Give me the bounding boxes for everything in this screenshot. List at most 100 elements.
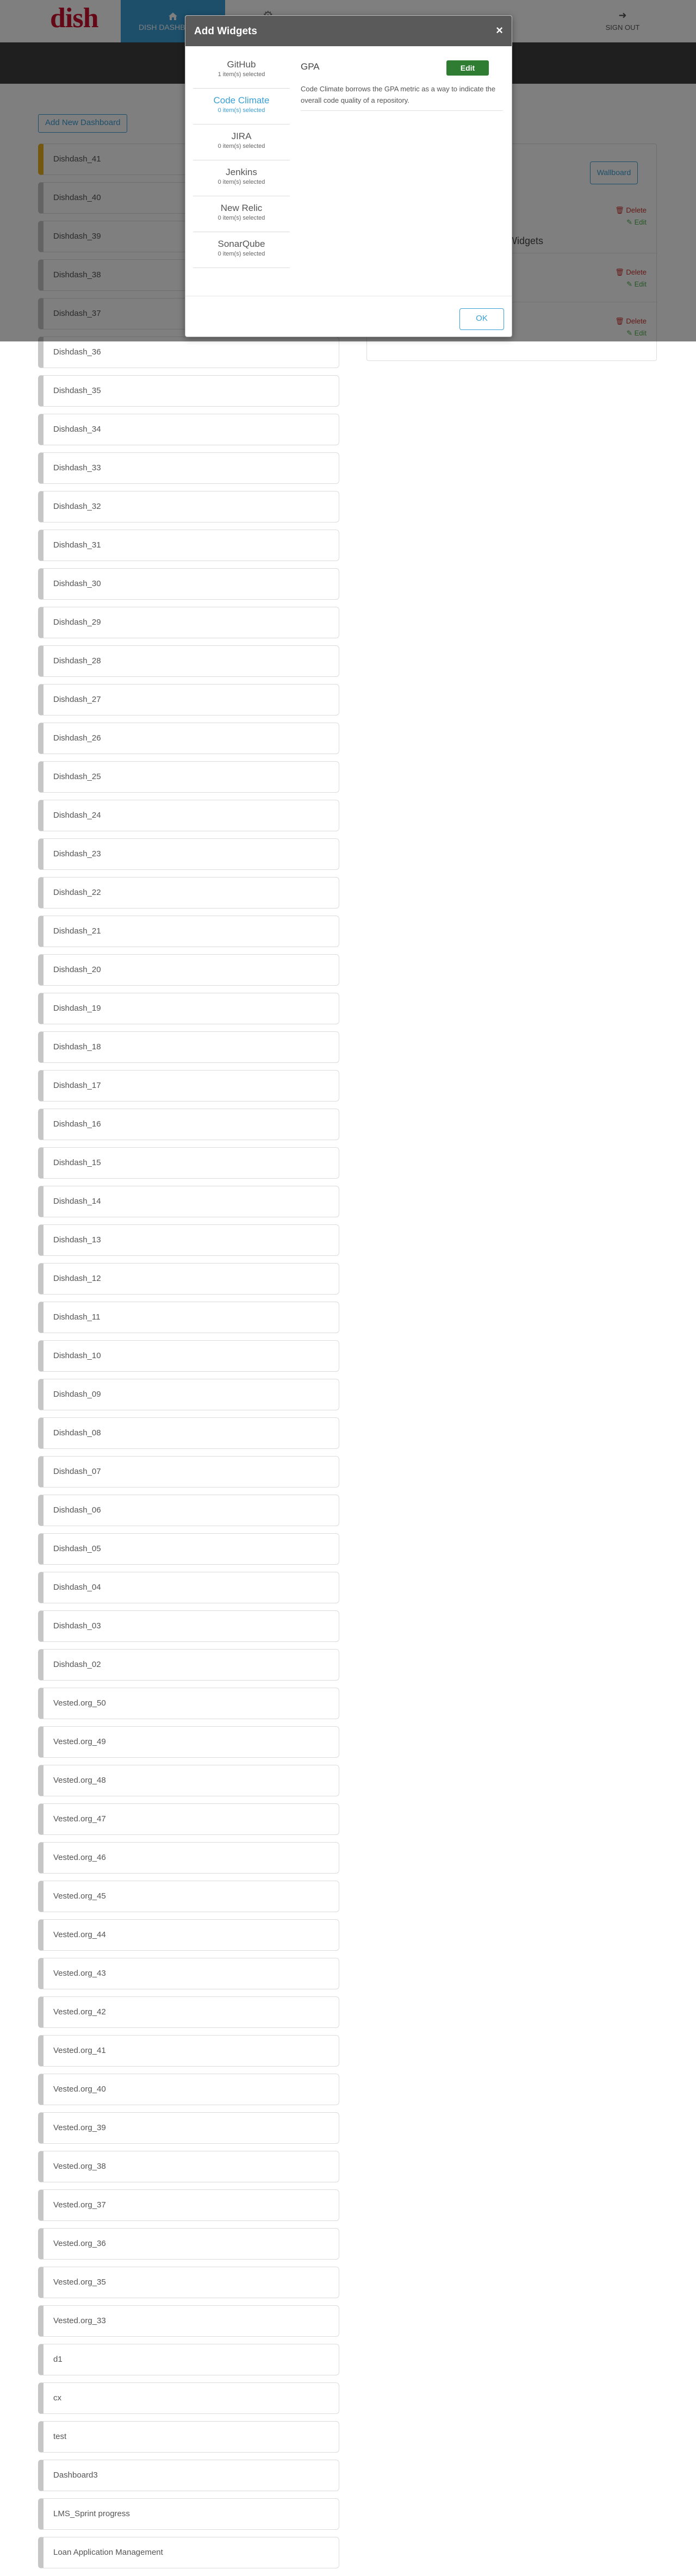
dashboard-name: Dishdash_15 xyxy=(53,1158,101,1167)
dashboard-list-item[interactable]: Dishdash_03 xyxy=(38,1610,339,1642)
dashboard-list-item[interactable]: Dishdash_08 xyxy=(38,1417,339,1449)
dashboard-list-item[interactable]: Dishdash_13 xyxy=(38,1224,339,1256)
dashboard-list-item[interactable]: Vested.org_37 xyxy=(38,2189,339,2221)
dashboard-list-item[interactable]: Dishdash_27 xyxy=(38,684,339,715)
dashboard-name: Dishdash_14 xyxy=(53,1197,101,1206)
widget-edit-button[interactable]: Edit xyxy=(446,60,489,76)
dashboard-name: Vested.org_48 xyxy=(53,1776,106,1785)
dashboard-list-item[interactable]: LMS_Sprint progress xyxy=(38,2498,339,2530)
dashboard-list-item[interactable]: Dishdash_25 xyxy=(38,761,339,793)
dashboard-list-item[interactable]: Vested.org_35 xyxy=(38,2267,339,2298)
dashboard-name: cx xyxy=(53,2393,61,2403)
widget-source-count: 0 item(s) selected xyxy=(217,107,265,114)
dashboard-list-item[interactable]: Vested.org_36 xyxy=(38,2228,339,2260)
dashboard-list-item[interactable]: Dishdash_33 xyxy=(38,452,339,484)
dashboard-name: Dishdash_28 xyxy=(53,656,101,665)
dashboard-list-item[interactable]: Dishdash_14 xyxy=(38,1186,339,1217)
widget-source-item[interactable]: Jenkins 0 item(s) selected xyxy=(193,160,290,196)
dashboard-list-item[interactable]: Vested.org_45 xyxy=(38,1881,339,1912)
dashboard-name: Vested.org_50 xyxy=(53,1698,106,1708)
ok-button[interactable]: OK xyxy=(459,308,504,330)
dashboard-list-item[interactable]: Dishdash_32 xyxy=(38,491,339,522)
dashboard-name: Dishdash_23 xyxy=(53,849,101,858)
dashboard-name: Dishdash_19 xyxy=(53,1004,101,1013)
modal-header: Add Widgets × xyxy=(185,16,512,46)
widget-source-item[interactable]: Code Climate 0 item(s) selected xyxy=(193,89,290,125)
dashboard-list-item[interactable]: Dishdash_30 xyxy=(38,568,339,600)
dashboard-name: Dishdash_13 xyxy=(53,1235,101,1245)
dashboard-list-item[interactable]: Vested.org_46 xyxy=(38,1842,339,1874)
dashboard-list-item[interactable]: Dishdash_22 xyxy=(38,877,339,909)
dashboard-list-item[interactable]: Vested.org_48 xyxy=(38,1765,339,1796)
dashboard-list-item[interactable]: Dishdash_18 xyxy=(38,1031,339,1063)
dashboard-list-item[interactable]: Dishdash_06 xyxy=(38,1495,339,1526)
dashboard-list-item[interactable]: Vested.org_39 xyxy=(38,2112,339,2144)
dashboard-list-item[interactable]: Loan Application Management xyxy=(38,2537,339,2568)
dashboard-list-item[interactable]: Vested.org_43 xyxy=(38,1958,339,1989)
dashboard-list-item[interactable]: Dishdash_26 xyxy=(38,723,339,754)
dashboard-name: Dishdash_32 xyxy=(53,502,101,511)
dashboard-list: Dishdash_41Dishdash_40Dishdash_39Dishdas… xyxy=(38,144,339,2575)
dashboard-list-item[interactable]: Dishdash_05 xyxy=(38,1533,339,1565)
widget-source-name: New Relic xyxy=(220,203,263,213)
dashboard-list-item[interactable]: Dishdash_15 xyxy=(38,1147,339,1179)
dashboard-list-item[interactable]: Dishdash_16 xyxy=(38,1109,339,1140)
widget-name: GPA xyxy=(301,61,320,72)
dashboard-name: Dishdash_36 xyxy=(53,347,101,357)
dashboard-name: Vested.org_38 xyxy=(53,2162,106,2171)
dashboard-list-item[interactable]: Dishdash_12 xyxy=(38,1263,339,1295)
dashboard-list-item[interactable]: cx xyxy=(38,2382,339,2414)
dashboard-name: Dishdash_27 xyxy=(53,695,101,704)
dashboard-list-item[interactable]: Vested.org_41 xyxy=(38,2035,339,2067)
dashboard-list-item[interactable]: Vested.org_40 xyxy=(38,2074,339,2105)
widget-source-list: GitHub 1 item(s) selected Code Climate 0 it… xyxy=(193,53,290,268)
dashboard-list-item[interactable]: Dishdash_34 xyxy=(38,414,339,445)
dashboard-list-item[interactable]: d1 xyxy=(38,2344,339,2375)
dashboard-list-item[interactable]: Dishdash_04 xyxy=(38,1572,339,1603)
widget-source-item[interactable]: GitHub 1 item(s) selected xyxy=(193,53,290,89)
dashboard-list-item[interactable]: Dishdash_09 xyxy=(38,1379,339,1410)
dashboard-name: Vested.org_40 xyxy=(53,2085,106,2094)
dashboard-name: Dishdash_20 xyxy=(53,965,101,974)
widget-source-count: 0 item(s) selected xyxy=(217,179,265,185)
dashboard-list-item[interactable]: Vested.org_44 xyxy=(38,1919,339,1951)
dashboard-list-item[interactable]: Vested.org_49 xyxy=(38,1726,339,1758)
widget-source-item[interactable]: New Relic 0 item(s) selected xyxy=(193,196,290,232)
dashboard-list-item[interactable]: test xyxy=(38,2421,339,2453)
dashboard-list-item[interactable]: Dishdash_19 xyxy=(38,993,339,1024)
dashboard-name: Dishdash_16 xyxy=(53,1119,101,1129)
widget-source-item[interactable]: SonarQube 0 item(s) selected xyxy=(193,232,290,268)
dashboard-list-item[interactable]: Dishdash_20 xyxy=(38,954,339,986)
dashboard-list-item[interactable]: Dashboard3 xyxy=(38,2460,339,2491)
dashboard-name: Dishdash_12 xyxy=(53,1274,101,1283)
dashboard-list-item[interactable]: Dishdash_07 xyxy=(38,1456,339,1488)
dashboard-list-item[interactable]: Dishdash_17 xyxy=(38,1070,339,1102)
dashboard-list-item[interactable]: Vested.org_38 xyxy=(38,2151,339,2182)
dashboard-list-item[interactable]: Dishdash_02 xyxy=(38,1649,339,1681)
dashboard-name: Vested.org_41 xyxy=(53,2046,106,2055)
dashboard-list-item[interactable]: Dishdash_21 xyxy=(38,916,339,947)
dashboard-list-item[interactable]: Dishdash_31 xyxy=(38,530,339,561)
dashboard-list-item[interactable]: Vested.org_33 xyxy=(38,2305,339,2337)
dashboard-list-item[interactable]: Dishdash_23 xyxy=(38,838,339,870)
dashboard-name: Vested.org_36 xyxy=(53,2239,106,2248)
dashboard-name: Vested.org_46 xyxy=(53,1853,106,1862)
dashboard-list-item[interactable]: Vested.org_50 xyxy=(38,1688,339,1719)
close-icon[interactable]: × xyxy=(496,23,503,38)
dashboard-name: test xyxy=(53,2432,67,2441)
dashboard-list-item[interactable]: Dishdash_10 xyxy=(38,1340,339,1372)
widget-source-name: GitHub xyxy=(227,59,256,70)
dashboard-name: Dishdash_25 xyxy=(53,772,101,781)
dashboard-list-item[interactable]: Dishdash_24 xyxy=(38,800,339,831)
dashboard-list-item[interactable]: Dishdash_29 xyxy=(38,607,339,638)
dashboard-name: Dishdash_21 xyxy=(53,926,101,936)
dashboard-name: Vested.org_49 xyxy=(53,1737,106,1746)
modal-title: Add Widgets xyxy=(194,26,257,37)
dashboard-list-item[interactable]: Dishdash_28 xyxy=(38,645,339,677)
dashboard-list-item[interactable]: Dishdash_35 xyxy=(38,375,339,407)
dashboard-list-item[interactable]: Vested.org_47 xyxy=(38,1803,339,1835)
dashboard-list-item[interactable]: Dishdash_11 xyxy=(38,1302,339,1333)
add-widgets-modal: Add Widgets × GitHub 1 item(s) selected Co… xyxy=(185,15,512,337)
dashboard-list-item[interactable]: Vested.org_42 xyxy=(38,1996,339,2028)
widget-source-item[interactable]: JIRA 0 item(s) selected xyxy=(193,125,290,160)
